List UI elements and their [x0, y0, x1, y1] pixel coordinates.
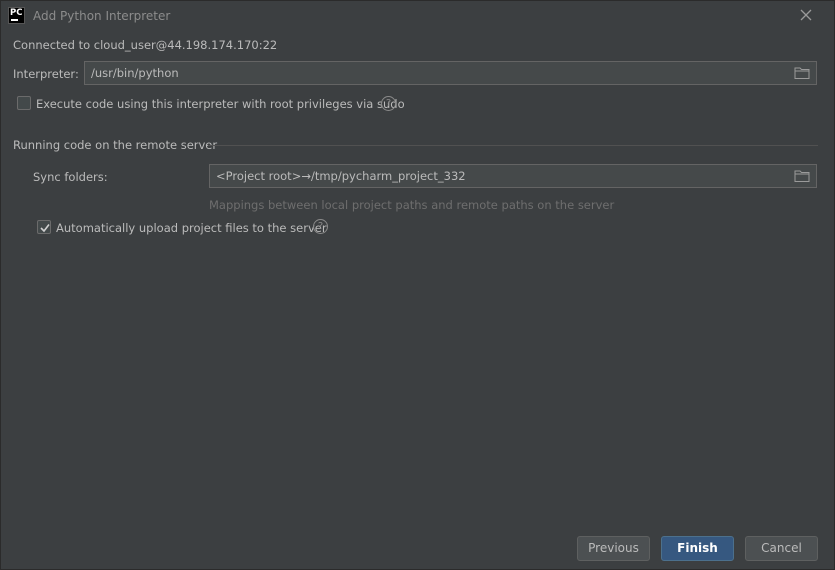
help-icon[interactable]: ? [381, 96, 396, 111]
sync-folders-hint: Mappings between local project paths and… [209, 198, 615, 212]
auto-upload-checkbox[interactable] [37, 220, 51, 234]
close-icon[interactable] [798, 7, 814, 23]
sync-folders-field[interactable]: <Project root>→/tmp/pycharm_project_332 [209, 164, 817, 188]
help-icon[interactable]: ? [313, 219, 328, 234]
section-divider [208, 145, 818, 146]
interpreter-label: Interpreter: [13, 67, 79, 81]
finish-button[interactable]: Finish [661, 536, 734, 561]
sync-folders-value: <Project root>→/tmp/pycharm_project_332 [216, 169, 466, 183]
folder-icon[interactable] [794, 66, 810, 80]
previous-button[interactable]: Previous [577, 536, 650, 561]
cancel-button[interactable]: Cancel [745, 536, 818, 561]
sudo-checkbox[interactable] [17, 96, 31, 110]
sudo-label: Execute code using this interpreter with… [36, 97, 405, 111]
connection-status: Connected to cloud_user@44.198.174.170:2… [13, 38, 278, 52]
interpreter-path-value: /usr/bin/python [91, 66, 179, 80]
folder-icon[interactable] [794, 169, 810, 183]
checkmark-icon [40, 224, 50, 233]
logo-text: PC [10, 8, 23, 18]
auto-upload-label: Automatically upload project files to th… [56, 221, 327, 235]
window-title: Add Python Interpreter [33, 9, 171, 23]
add-python-interpreter-dialog: PC Add Python Interpreter Connected to c… [0, 0, 835, 570]
pycharm-logo-icon: PC [8, 7, 25, 24]
remote-section-title: Running code on the remote server [13, 138, 218, 152]
sync-folders-label: Sync folders: [33, 170, 108, 184]
title-bar: PC Add Python Interpreter [1, 1, 834, 31]
interpreter-path-field[interactable]: /usr/bin/python [84, 61, 817, 85]
